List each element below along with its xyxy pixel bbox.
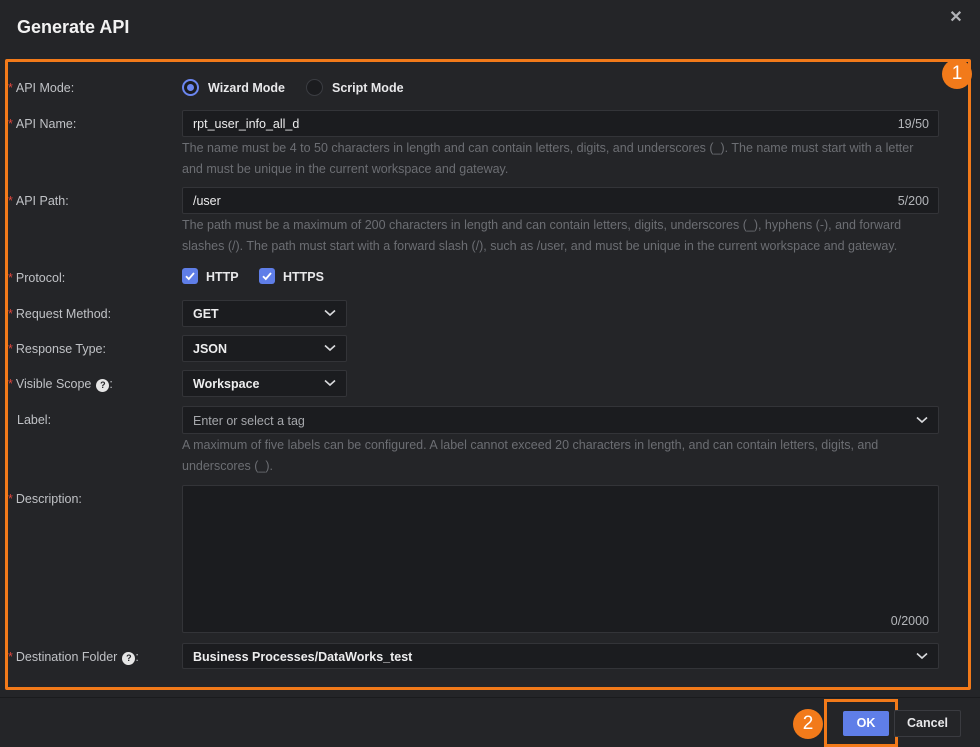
help-icon[interactable]: ? <box>96 379 110 392</box>
api-name-counter: 19/50 <box>897 117 929 131</box>
cancel-button[interactable]: Cancel <box>894 710 961 737</box>
request-method-label: * Request Method: <box>8 307 112 321</box>
destination-folder-value: Business Processes/DataWorks_test <box>193 650 413 664</box>
visible-scope-select[interactable]: Workspace <box>182 370 347 397</box>
api-name-value: rpt_user_info_all_d <box>193 117 300 131</box>
chevron-down-icon <box>324 379 336 387</box>
protocol-label: * Protocol: <box>8 271 66 285</box>
annotation-badge-1: 1 <box>942 59 972 89</box>
annotation-badge-2: 2 <box>793 709 823 739</box>
chevron-down-icon <box>324 344 336 352</box>
api-path-counter: 5/200 <box>897 194 929 208</box>
chevron-down-icon <box>916 416 928 424</box>
label-select[interactable]: Enter or select a tag <box>182 406 939 434</box>
chevron-down-icon <box>916 652 928 660</box>
description-label: * Description: <box>8 492 82 506</box>
https-label[interactable]: HTTPS <box>283 270 324 284</box>
visible-scope-label: * Visible Scope?: <box>8 377 113 392</box>
api-path-help: The path must be a maximum of 200 charac… <box>182 218 902 253</box>
chevron-down-icon <box>324 309 336 317</box>
ok-button[interactable]: OK <box>843 711 889 736</box>
help-icon[interactable]: ? <box>122 652 136 665</box>
https-checkbox[interactable] <box>259 268 275 284</box>
wizard-mode-label[interactable]: Wizard Mode <box>208 81 285 95</box>
api-path-label: * API Path: <box>8 194 69 208</box>
api-path-input[interactable]: /user 5/200 <box>182 187 939 214</box>
script-mode-label[interactable]: Script Mode <box>332 81 404 95</box>
response-type-value: JSON <box>193 342 228 356</box>
destination-folder-label: * Destination Folder?: <box>8 650 139 665</box>
response-type-label: * Response Type: <box>8 342 106 356</box>
api-name-label: * API Name: <box>8 117 77 131</box>
response-type-select[interactable]: JSON <box>182 335 347 362</box>
api-path-value: /user <box>193 194 221 208</box>
label-field-label: Label: <box>17 413 52 427</box>
wizard-mode-radio[interactable] <box>182 79 199 96</box>
description-textarea[interactable]: 0/2000 <box>182 485 939 633</box>
request-method-select[interactable]: GET <box>182 300 347 327</box>
api-name-input[interactable]: rpt_user_info_all_d 19/50 <box>182 110 939 137</box>
label-help: A maximum of five labels can be configur… <box>182 438 879 473</box>
http-checkbox[interactable] <box>182 268 198 284</box>
dialog-title: Generate API <box>17 17 130 37</box>
close-icon[interactable]: ✕ <box>946 8 966 28</box>
label-placeholder: Enter or select a tag <box>193 414 305 428</box>
footer-divider <box>0 697 980 698</box>
api-mode-label: * API Mode: <box>8 81 75 95</box>
script-mode-radio[interactable] <box>306 79 323 96</box>
http-label[interactable]: HTTP <box>206 270 239 284</box>
checkmark-icon <box>185 272 195 281</box>
destination-folder-select[interactable]: Business Processes/DataWorks_test <box>182 643 939 669</box>
checkmark-icon <box>262 272 272 281</box>
generate-api-dialog: Generate API ✕ 1 * API Mode: Wizard Mode … <box>0 0 980 747</box>
api-name-help: The name must be 4 to 50 characters in l… <box>182 141 914 176</box>
request-method-value: GET <box>193 307 219 321</box>
visible-scope-value: Workspace <box>193 377 260 391</box>
description-counter: 0/2000 <box>890 614 929 628</box>
